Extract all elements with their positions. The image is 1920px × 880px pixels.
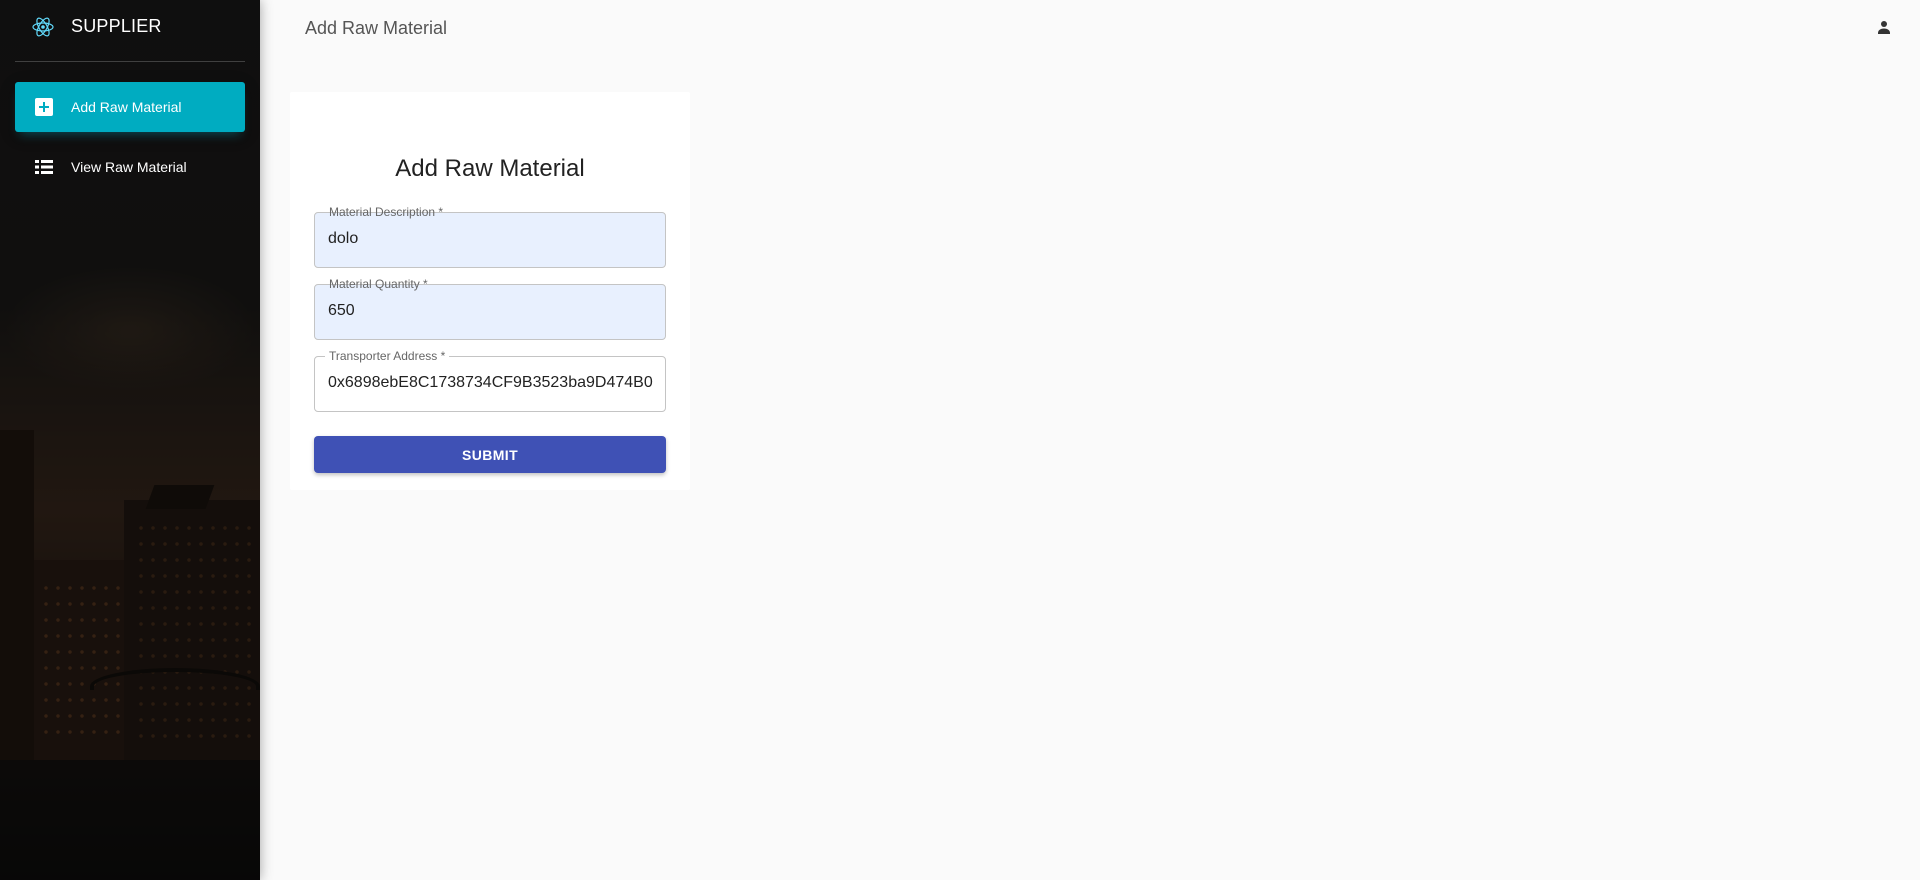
sidebar-item-label: View Raw Material bbox=[71, 159, 187, 175]
page-title: Add Raw Material bbox=[305, 18, 448, 38]
material-description-field[interactable]: Material Description * dolo bbox=[314, 205, 666, 268]
person-icon bbox=[1876, 19, 1892, 40]
transporter-address-field[interactable]: Transporter Address * 0x6898ebE8C1738734… bbox=[314, 349, 666, 412]
material-quantity-label: Material Quantity * bbox=[325, 277, 432, 291]
submit-button[interactable]: SUBMIT bbox=[314, 436, 666, 473]
form-title: Add Raw Material bbox=[395, 155, 585, 182]
material-description-input[interactable]: dolo bbox=[328, 230, 653, 248]
topbar: Add Raw Material bbox=[260, 0, 1920, 58]
sidebar: SUPPLIER Add Raw Material View Raw Mater… bbox=[0, 0, 260, 880]
sidebar-item-view-raw-material[interactable]: View Raw Material bbox=[15, 142, 245, 192]
transporter-address-label: Transporter Address * bbox=[325, 349, 450, 363]
add-box-icon bbox=[33, 96, 55, 118]
user-account-button[interactable] bbox=[1872, 17, 1896, 41]
transporter-address-input[interactable]: 0x6898ebE8C1738734CF9B3523ba9D474B08 bbox=[328, 374, 653, 392]
sidebar-item-add-raw-material[interactable]: Add Raw Material bbox=[15, 82, 245, 132]
material-quantity-field[interactable]: Material Quantity * 650 bbox=[314, 277, 666, 340]
sidebar-nav: Add Raw Material View Raw Material bbox=[0, 62, 260, 192]
brand-title: SUPPLIER bbox=[71, 16, 162, 36]
add-raw-material-card: Add Raw Material Material Description * … bbox=[290, 92, 690, 490]
material-description-label: Material Description * bbox=[325, 205, 448, 219]
sidebar-brand[interactable]: SUPPLIER bbox=[15, 0, 245, 62]
react-atom-icon bbox=[31, 15, 55, 39]
material-quantity-input[interactable]: 650 bbox=[328, 302, 653, 320]
sidebar-item-label: Add Raw Material bbox=[71, 99, 182, 115]
list-icon bbox=[33, 156, 55, 178]
